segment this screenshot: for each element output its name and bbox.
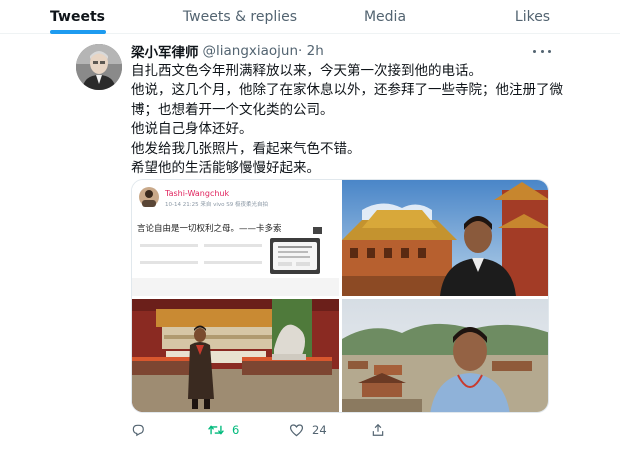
tab-tweets[interactable]: Tweets	[0, 0, 155, 34]
heart-icon	[289, 424, 304, 437]
tweet[interactable]: 梁小军律师 @liangxiaojun · 2h 自扎西文色今年刑满释放以来，今…	[0, 35, 620, 460]
avatar[interactable]	[76, 44, 122, 90]
share-icon	[372, 423, 384, 436]
courtyard-photo-graphic	[132, 299, 339, 412]
weibo-quote: 言论自由是一切权利之母。——卡多索	[137, 224, 282, 234]
tweet-text-line: 他说，这几个月，他除了在家休息以外，还参拜了一些寺院；他注册了微	[131, 82, 563, 99]
tab-tweets-label: Tweets	[50, 9, 105, 25]
tab-likes-label: Likes	[514, 9, 551, 25]
media-photo-courtyard[interactable]	[132, 299, 339, 412]
tweet-text-line: 博；也想着开一个文化类的公司。	[131, 101, 334, 118]
monastery-selfie-graphic	[342, 180, 548, 296]
tweet-text-line: 希望他的生活能够慢慢好起来。	[131, 160, 320, 177]
tweet-header: 梁小军律师 @liangxiaojun · 2h	[131, 41, 324, 61]
tweet-time[interactable]: · 2h	[298, 43, 324, 59]
profile-tabs: Tweets Tweets & replies Media Likes	[0, 0, 620, 34]
active-tab-indicator	[49, 30, 106, 34]
tab-tweets-and-replies-label: Tweets & replies	[182, 9, 298, 25]
like-button[interactable]: 24	[289, 420, 327, 440]
tab-tweets-and-replies[interactable]: Tweets & replies	[155, 0, 325, 34]
tweet-actions: 6 24	[131, 420, 551, 440]
tab-media-label: Media	[363, 9, 407, 25]
weibo-username: Tashi-Wangchuk	[165, 189, 230, 198]
tweet-text: 自扎西文色今年刑满释放以来，今天第一次接到他的电话。 他说，这几个月，他除了在家…	[131, 62, 563, 178]
retweet-count: 6	[232, 423, 240, 437]
author-handle[interactable]: @liangxiaojun	[203, 43, 299, 59]
more-icon[interactable]	[533, 44, 551, 58]
reply-icon	[132, 424, 144, 437]
media-photo-weibo-screenshot[interactable]: Tashi-Wangchuk 10-14 21:25 来自 vivo S9 极夜…	[132, 180, 339, 296]
like-count: 24	[312, 423, 327, 437]
media-grid: Tashi-Wangchuk 10-14 21:25 来自 vivo S9 极夜…	[131, 179, 549, 413]
media-photo-monastery-selfie[interactable]	[342, 180, 548, 296]
retweet-button[interactable]: 6	[208, 420, 239, 440]
tab-likes[interactable]: Likes	[445, 0, 620, 34]
tweet-text-line: 他发给我几张照片，看起来气色不错。	[131, 140, 361, 157]
weibo-meta: 10-14 21:25 来自 vivo S9 极夜柔光自拍	[165, 202, 268, 208]
share-button[interactable]	[371, 420, 385, 440]
tab-media[interactable]: Media	[325, 0, 445, 34]
tweet-text-line: 他说自己身体还好。	[131, 121, 253, 138]
author-name[interactable]: 梁小军律师	[131, 41, 199, 61]
retweet-icon	[208, 425, 224, 435]
tweet-text-line: 自扎西文色今年刑满释放以来，今天第一次接到他的电话。	[131, 63, 482, 79]
avatar-image	[76, 44, 122, 90]
reply-button[interactable]	[131, 420, 153, 440]
weibo-screenshot-graphic	[132, 180, 339, 296]
media-photo-overlook-selfie[interactable]	[342, 299, 548, 412]
overlook-selfie-graphic	[342, 299, 548, 412]
